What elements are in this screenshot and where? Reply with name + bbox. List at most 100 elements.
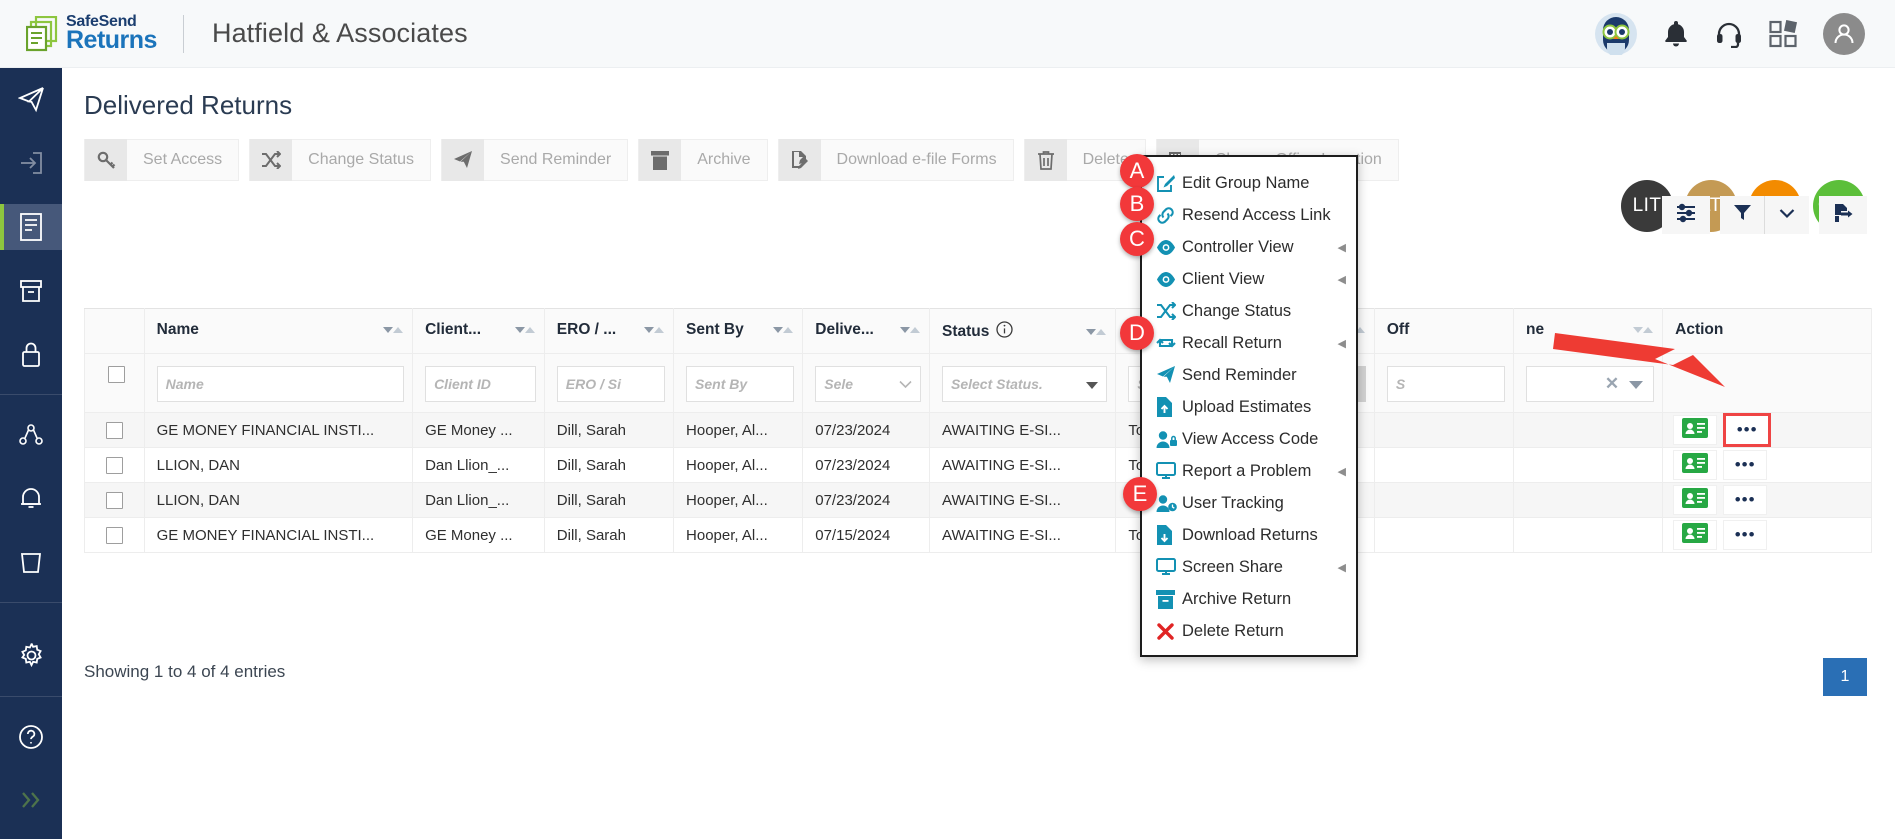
sent-by-filter-input[interactable]: Sent By [686,366,795,402]
sort-arrows-icon[interactable] [374,325,404,335]
cell-office-location [1373,412,1515,448]
menu-item-change-status[interactable]: Change Status [1142,295,1356,327]
sort-arrows-icon[interactable] [506,325,536,335]
sidebar-item-delivered[interactable] [0,204,62,250]
column-header-client-id[interactable]: Client... [412,308,545,354]
sort-arrows-icon[interactable] [764,325,794,335]
export-button[interactable] [1819,196,1867,234]
column-header-partner[interactable]: ne [1513,308,1664,354]
cell-sent-by: Hooper, Al... [673,412,804,448]
cell-status: AWAITING E-SI... [928,482,1117,518]
client-info-button[interactable] [1673,520,1718,550]
client-info-button[interactable] [1673,485,1718,515]
table-row[interactable]: GE MONEY FINANCIAL INSTI... GE Money ...… [84,412,1872,448]
sidebar-item-expand[interactable] [0,777,62,823]
clear-x-icon[interactable]: ✕ [1605,374,1619,394]
row-actions-menu-button[interactable]: ••• [1723,450,1768,480]
submenu-caret-icon: ◀ [1337,465,1346,478]
column-settings-button[interactable] [1662,196,1710,234]
column-header-status[interactable]: Status [928,308,1117,354]
menu-item-download-returns[interactable]: Download Returns [1142,519,1356,551]
menu-item-view-access-code[interactable]: View Access Code [1142,423,1356,455]
send-reminder-button[interactable]: Send Reminder [441,139,629,181]
menu-item-report-a-problem[interactable]: Report a Problem ◀ [1142,455,1356,487]
id-card-icon [1682,523,1709,547]
sidebar-item-recycle[interactable] [0,539,62,585]
column-header-office-location[interactable]: Off [1373,308,1515,354]
notification-bell-icon[interactable] [1663,20,1689,48]
menu-item-user-tracking[interactable]: User Tracking [1142,487,1356,519]
column-header-name[interactable]: Name [143,308,414,354]
column-header-sent-by[interactable]: Sent By [673,308,804,354]
funnel-icon [1733,203,1752,227]
menu-item-recall-return[interactable]: Recall Return ◀ [1142,327,1356,359]
filter-dropdown-button[interactable] [1765,196,1809,234]
menu-item-send-reminder[interactable]: Send Reminder [1142,359,1356,391]
menu-item-label: View Access Code [1182,429,1319,448]
menu-item-controller-view[interactable]: Controller View ◀ [1142,231,1356,263]
download-efile-forms-button[interactable]: Download e-file Forms [777,139,1014,181]
owl-mascot-icon[interactable] [1595,12,1637,55]
sort-arrows-icon[interactable] [891,325,921,335]
menu-item-screen-share[interactable]: Screen Share ◀ [1142,551,1356,583]
brand-logo[interactable]: SafeSend Returns [25,14,157,53]
filter-cell-status: Select Status. [928,353,1117,413]
sort-arrows-icon[interactable] [635,325,665,335]
apps-grid-icon[interactable] [1769,19,1797,48]
cell-status: AWAITING E-SI... [928,412,1117,448]
row-checkbox[interactable] [105,456,123,474]
row-actions-menu-button[interactable]: ••• [1723,520,1768,550]
sort-arrows-icon[interactable] [1624,325,1654,335]
row-actions-menu-button[interactable]: ••• [1723,485,1768,515]
support-headset-icon[interactable] [1715,20,1743,48]
sidebar-item-alerts[interactable] [0,476,62,522]
office-location-filter-input[interactable]: S [1386,366,1506,402]
client-info-button[interactable] [1673,450,1718,480]
column-header-ero[interactable]: ERO / ... [543,308,675,354]
chevron-down-icon [899,376,912,392]
status-filter-select[interactable]: Select Status. [942,366,1108,402]
row-checkbox[interactable] [105,526,123,544]
sidebar-item-share[interactable] [0,412,62,458]
menu-item-client-view[interactable]: Client View ◀ [1142,263,1356,295]
sort-arrows-icon[interactable] [1077,327,1107,337]
pagination-page-1[interactable]: 1 [1823,658,1867,696]
menu-item-delete-return[interactable]: Delete Return [1142,615,1356,647]
filter-cell-delivered: Sele [802,353,930,413]
name-filter-input[interactable]: Name [156,366,405,402]
sidebar-item-inuse[interactable] [0,141,62,187]
sidebar-item-help[interactable] [0,714,62,760]
menu-item-resend-access-link[interactable]: Resend Access Link [1142,199,1356,231]
sidebar-item-send[interactable] [0,77,62,123]
client-info-button[interactable] [1673,415,1718,445]
select-all-checkbox[interactable] [107,366,125,384]
cell-action: ••• [1662,447,1872,483]
client-id-filter-input[interactable]: Client ID [425,366,536,402]
table-row[interactable]: LLION, DAN Dan Llion_... Dill, Sarah Hoo… [84,447,1872,483]
menu-item-archive-return[interactable]: Archive Return [1142,583,1356,615]
table-row[interactable]: GE MONEY FINANCIAL INSTI... GE Money ...… [84,517,1872,553]
row-checkbox[interactable] [105,491,123,509]
caret-down-icon[interactable] [1629,376,1644,392]
delivered-returns-table: Name Client... ERO / ... Sent By Delive.… [84,308,1872,553]
column-title: Off [1386,321,1410,338]
info-icon[interactable] [996,321,1014,343]
user-avatar-icon[interactable] [1823,12,1865,55]
archive-button[interactable]: Archive [638,139,768,181]
change-status-button[interactable]: Change Status [249,139,432,181]
column-header-delivered[interactable]: Delive... [802,308,930,354]
row-checkbox[interactable] [105,421,123,439]
partner-filter-select[interactable]: ✕ [1526,366,1655,402]
set-access-button[interactable]: Set Access [84,139,240,181]
ero-filter-input[interactable]: ERO / Si [556,366,666,402]
table-row[interactable]: LLION, DAN Dan Llion_... Dill, Sarah Hoo… [84,482,1872,518]
delivered-filter-select[interactable]: Sele [815,366,921,402]
sidebar-item-locked[interactable] [0,332,62,378]
row-select-cell [84,412,145,448]
row-actions-menu-button[interactable]: ••• [1723,413,1772,447]
sidebar-item-settings[interactable] [0,633,62,679]
menu-item-edit-group-name[interactable]: Edit Group Name [1142,167,1356,199]
sidebar-item-archive[interactable] [0,268,62,314]
menu-item-upload-estimates[interactable]: Upload Estimates [1142,391,1356,423]
filter-button[interactable] [1720,196,1764,234]
